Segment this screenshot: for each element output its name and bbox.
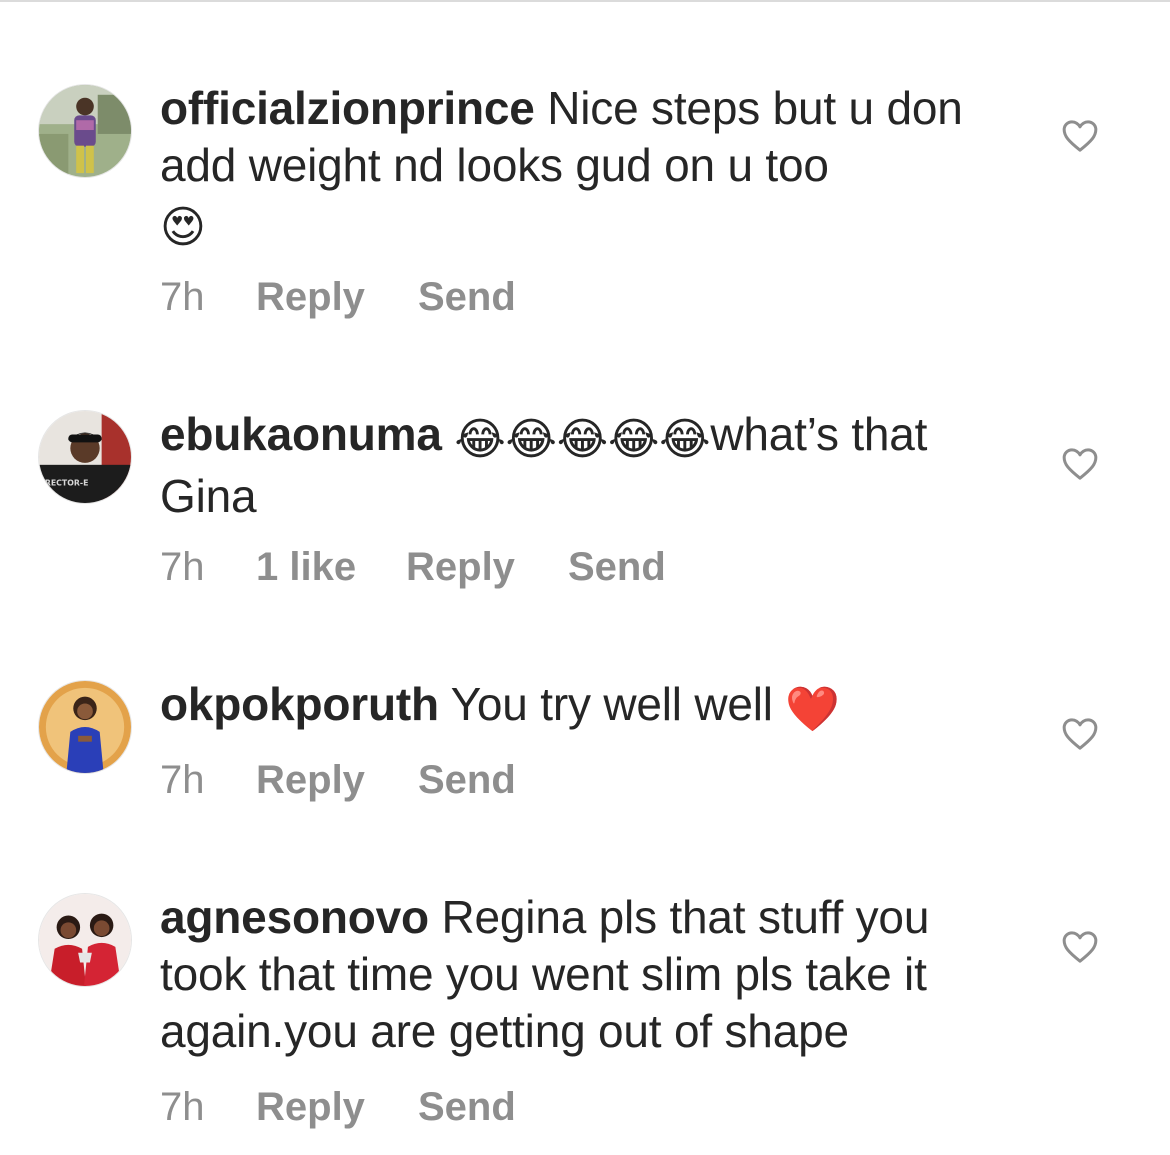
comment-text: ebukaonuma 😂😂😂😂😂what’s that Gina: [160, 406, 1020, 525]
send-button[interactable]: Send: [568, 543, 666, 591]
comment-time: 7h: [160, 758, 205, 802]
comment-username[interactable]: okpokporuth: [160, 678, 439, 730]
comment-text: officialzionprince Nice steps but u don …: [160, 80, 1020, 256]
likes-count[interactable]: 1 like: [256, 543, 406, 591]
man-cap-avatar-image: IRECTOR-E: [39, 411, 131, 503]
woman-blue-dress-avatar-image: [39, 681, 131, 773]
avatar-shirt-text: IRECTOR-E: [42, 478, 89, 487]
two-women-red-avatar-image: [39, 894, 131, 986]
comment-username[interactable]: agnesonovo: [160, 891, 429, 943]
comment-time: 7h: [160, 545, 205, 589]
heart-eyes-emoji: 😍: [160, 202, 206, 253]
reply-button[interactable]: Reply: [406, 543, 568, 591]
comment-body: You try well well: [438, 678, 786, 730]
user-avatar-ebukaonuma[interactable]: IRECTOR-E: [38, 410, 132, 504]
tears-of-joy-emoji: 😂😂😂😂😂: [454, 414, 711, 465]
user-avatar-officialzionprince[interactable]: [38, 84, 132, 178]
like-heart-icon[interactable]: [1060, 927, 1100, 967]
send-button[interactable]: Send: [418, 1083, 516, 1131]
send-button[interactable]: Send: [418, 756, 516, 804]
like-heart-icon[interactable]: [1060, 444, 1100, 484]
comment-text: okpokporuth You try well well ❤️: [160, 676, 1020, 738]
comment-meta: 7h Reply Send: [160, 756, 516, 804]
man-standing-avatar-image: [39, 85, 131, 177]
comment-time: 7h: [160, 275, 205, 319]
like-heart-icon[interactable]: [1060, 714, 1100, 754]
comment-meta: 7h Reply Send: [160, 1083, 516, 1131]
comment-text: agnesonovo Regina pls that stuff you too…: [160, 889, 1020, 1060]
like-heart-icon[interactable]: [1060, 116, 1100, 156]
reply-button[interactable]: Reply: [256, 1083, 418, 1131]
comment-time: 7h: [160, 1085, 205, 1129]
comment-meta: 7h 1 like Reply Send: [160, 543, 666, 591]
reply-button[interactable]: Reply: [256, 273, 418, 321]
user-avatar-agnesonovo[interactable]: [38, 893, 132, 987]
top-divider: [0, 0, 1170, 2]
send-button[interactable]: Send: [418, 273, 516, 321]
comment-username[interactable]: officialzionprince: [160, 82, 535, 134]
reply-button[interactable]: Reply: [256, 756, 418, 804]
comment-space: [442, 408, 455, 460]
comment-meta: 7h Reply Send: [160, 273, 516, 321]
red-heart-emoji: ❤️: [785, 684, 840, 735]
user-avatar-okpokporuth[interactable]: [38, 680, 132, 774]
comment-username[interactable]: ebukaonuma: [160, 408, 442, 460]
